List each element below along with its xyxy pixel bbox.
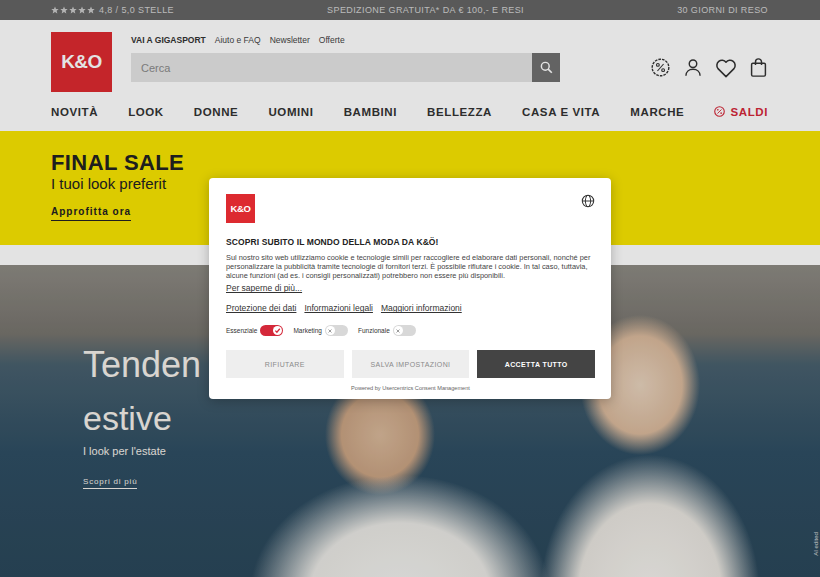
toggle-switch[interactable] [260, 325, 283, 336]
modal-overlay: K&O SCOPRI SUBITO IL MONDO DELLA MODA DA … [0, 0, 820, 577]
consent-dialog: K&O SCOPRI SUBITO IL MONDO DELLA MODA DA … [209, 178, 611, 400]
consent-button[interactable]: SALVA IMPOSTAZIONI [352, 350, 470, 378]
toggle-switch[interactable] [393, 325, 416, 336]
dialog-logo: K&O [226, 194, 255, 223]
consent-links: Protezione dei dati Informazioni legali Ma… [226, 303, 595, 313]
toggle-label: Essenziale [226, 327, 257, 334]
button-label: SALVA IMPOSTAZIONI [371, 361, 451, 368]
consent-button[interactable]: ACCETTA TUTTO [477, 350, 595, 378]
dialog-title: SCOPRI SUBITO IL MONDO DELLA MODA DA K&Ö… [226, 237, 595, 247]
button-label: ACCETTA TUTTO [505, 361, 568, 368]
consent-toggles: Essenziale Marketing Funzionale [226, 325, 595, 336]
toggle-switch[interactable] [325, 325, 348, 336]
consent-toggle: Essenziale [226, 325, 283, 336]
check-icon [274, 327, 281, 334]
more-link[interactable]: Per saperne di più... [226, 283, 302, 293]
consent-buttons: RIFIUTARE SALVA IMPOSTAZIONI ACCETTA TUTTO [226, 350, 595, 378]
toggle-knob [326, 326, 335, 335]
consent-button[interactable]: RIFIUTARE [226, 350, 344, 378]
consent-toggle: Marketing [293, 325, 348, 336]
toggle-knob [273, 326, 282, 335]
consent-link[interactable]: Maggiori informazioni [381, 303, 462, 313]
toggle-knob [394, 326, 403, 335]
consent-toggle: Funzionale [358, 325, 416, 336]
dialog-text: Sul nostro sito web utilizziamo cookie e… [226, 253, 595, 281]
cross-icon [327, 328, 333, 334]
globe-icon[interactable] [581, 194, 595, 208]
consent-link[interactable]: Informazioni legali [304, 303, 373, 313]
toggle-label: Funzionale [358, 327, 390, 334]
button-label: RIFIUTARE [265, 361, 305, 368]
cross-icon [395, 328, 401, 334]
consent-link[interactable]: Protezione dei dati [226, 303, 296, 313]
dialog-header: K&O [226, 194, 595, 223]
toggle-label: Marketing [293, 327, 322, 334]
powered-by: Powered by Usercentrics Consent Manageme… [226, 385, 595, 391]
